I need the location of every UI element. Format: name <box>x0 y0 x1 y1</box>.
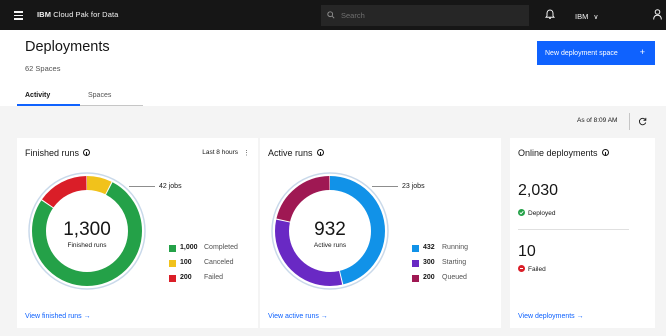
view-finished-runs-link[interactable]: View finished runs → <box>25 313 91 320</box>
arrow-right-icon: → <box>320 313 328 320</box>
legend-label: Starting <box>442 259 467 266</box>
view-deployments-link[interactable]: View deployments → <box>518 313 584 320</box>
chevron-down-icon: ∨ <box>593 14 599 21</box>
tab-activity[interactable]: Activity <box>17 88 80 106</box>
page-title: Deployments <box>25 39 110 55</box>
brand-prefix: IBM <box>37 10 52 19</box>
timeframe-selector[interactable]: Last 8 hours <box>202 149 238 156</box>
account-switcher[interactable]: IBM ∨ <box>575 12 598 21</box>
deployed-status: Deployed <box>518 208 555 217</box>
active-jobs-callout: 23 jobs <box>402 183 425 190</box>
product-name[interactable]: IBM Cloud Pak for Data <box>37 10 118 19</box>
legend-label: Running <box>442 244 469 251</box>
failed-swatch <box>169 275 176 282</box>
starting-swatch <box>412 260 419 267</box>
view-active-runs-label: View active runs <box>268 313 319 320</box>
account-label: IBM <box>575 12 589 21</box>
checkmark-icon <box>518 209 525 216</box>
callout-line <box>129 186 155 187</box>
failed-count: 10 <box>518 243 536 260</box>
failed-label: Failed <box>528 266 546 273</box>
failed-status: Failed <box>518 264 546 273</box>
info-icon[interactable] <box>601 149 609 156</box>
tab-spaces[interactable]: Spaces <box>80 88 143 106</box>
running-swatch <box>412 245 419 252</box>
overflow-menu-icon[interactable]: ⋮ <box>243 149 250 157</box>
callout-line <box>372 186 398 187</box>
new-deployment-space-label: New deployment space <box>545 49 618 57</box>
online-deployments-card: Online deployments 2,030 Deployed 10 Fai… <box>510 138 655 328</box>
view-active-runs-link[interactable]: View active runs → <box>268 313 328 320</box>
finished-runs-title: Finished runs <box>25 148 91 158</box>
info-icon[interactable] <box>316 149 324 156</box>
last-updated-time: As of 8:09 AM <box>577 117 618 124</box>
active-runs-title-text: Active runs <box>268 148 313 158</box>
legend-count: 432 <box>423 244 435 251</box>
finished-runs-total-label: Finished runs <box>67 242 107 249</box>
active-runs-card: Active runs 932 Active runs 23 jobs 432 R… <box>260 138 501 328</box>
search-input[interactable] <box>341 5 521 26</box>
search-box[interactable] <box>321 5 529 26</box>
deployments-page: Deployments 62 Spaces New deployment spa… <box>0 30 666 336</box>
new-deployment-space-button[interactable]: New deployment space + <box>537 41 655 65</box>
arrow-right-icon: → <box>576 313 584 320</box>
legend-count: 100 <box>180 259 192 266</box>
deployed-count: 2,030 <box>518 182 559 199</box>
legend-label: Queued <box>442 274 467 281</box>
finished-runs-total: 1,300 <box>63 219 111 240</box>
canceled-swatch <box>169 260 176 267</box>
finished-runs-card: Finished runs Last 8 hours ⋮ 1,300 Finis… <box>17 138 258 328</box>
notification-bell-icon[interactable] <box>545 9 555 20</box>
online-deployments-title-text: Online deployments <box>518 148 598 158</box>
legend-count: 300 <box>423 259 435 266</box>
finished-runs-title-text: Finished runs <box>25 148 80 158</box>
brand-name: Cloud Pak for Data <box>53 10 119 19</box>
arrow-right-icon: → <box>83 313 91 320</box>
top-navigation-bar: IBM Cloud Pak for Data IBM ∨ <box>0 0 666 30</box>
plus-icon: + <box>639 47 645 57</box>
legend-count: 200 <box>180 274 192 281</box>
spaces-count: 62 Spaces <box>25 64 61 73</box>
legend-label: Canceled <box>204 259 234 266</box>
legend-count: 200 <box>423 274 435 281</box>
divider <box>629 113 630 130</box>
view-finished-runs-label: View finished runs <box>25 313 82 320</box>
legend-count: 1,000 <box>180 244 198 251</box>
active-runs-total-label: Active runs <box>313 242 347 249</box>
deployed-label: Deployed <box>528 210 556 217</box>
page-header: Deployments 62 Spaces New deployment spa… <box>0 30 666 106</box>
error-icon <box>518 265 525 272</box>
online-deployments-title: Online deployments <box>518 148 609 158</box>
refresh-icon[interactable] <box>638 117 647 126</box>
completed-swatch <box>169 245 176 252</box>
legend-label: Failed <box>204 274 224 281</box>
active-runs-total: 932 <box>314 219 346 240</box>
view-deployments-label: View deployments <box>518 313 575 320</box>
active-runs-title: Active runs <box>268 148 324 158</box>
divider <box>518 229 629 230</box>
finished-jobs-callout: 42 jobs <box>159 183 182 190</box>
menu-icon[interactable] <box>14 11 23 20</box>
info-icon[interactable] <box>83 149 91 156</box>
legend-label: Completed <box>204 244 238 251</box>
user-avatar-icon[interactable] <box>653 9 662 20</box>
queued-swatch <box>412 275 419 282</box>
search-icon <box>327 11 335 19</box>
